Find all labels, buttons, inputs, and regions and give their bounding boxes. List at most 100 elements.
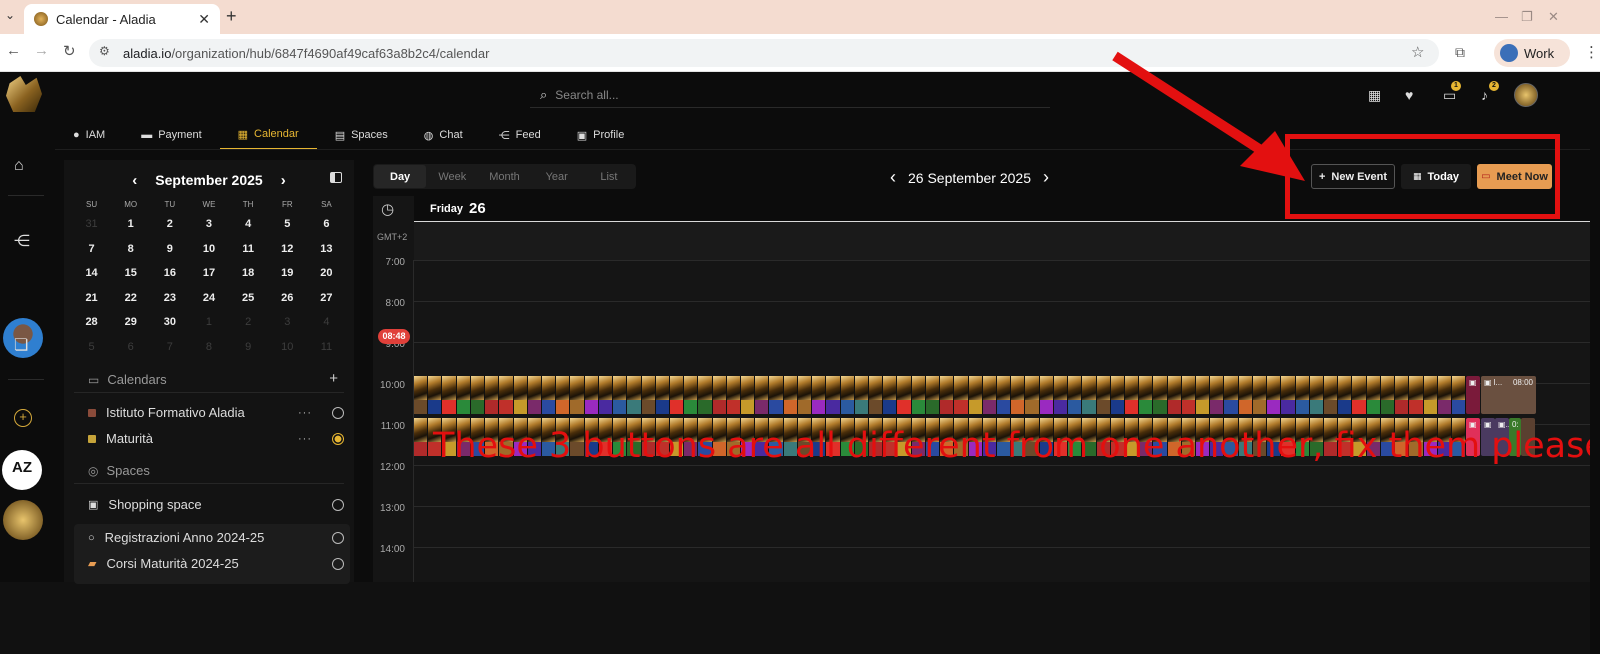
calendar-day[interactable]: 22 xyxy=(111,288,150,313)
calendar-day[interactable]: 31 xyxy=(72,214,111,239)
event-card[interactable] xyxy=(556,376,571,414)
event-card[interactable] xyxy=(940,376,955,414)
next-month-icon[interactable]: › xyxy=(281,172,286,189)
event-card[interactable] xyxy=(996,376,1012,414)
event-card[interactable]: ▣ xyxy=(1466,376,1480,414)
calendar-day[interactable]: 27 xyxy=(307,288,346,313)
calendar-day[interactable]: 16 xyxy=(150,263,189,288)
event-card[interactable] xyxy=(1167,376,1182,414)
event-card[interactable] xyxy=(655,376,670,414)
view-tab-list[interactable]: List xyxy=(583,165,635,188)
event-card[interactable] xyxy=(1053,376,1069,414)
view-tab-month[interactable]: Month xyxy=(478,165,530,188)
org-aladia[interactable] xyxy=(3,500,43,540)
event-card[interactable] xyxy=(883,376,898,414)
event-card[interactable] xyxy=(897,376,912,414)
event-card[interactable] xyxy=(1096,376,1111,414)
event-card[interactable] xyxy=(812,376,827,414)
event-card[interactable] xyxy=(1437,376,1452,414)
back-icon[interactable]: ← xyxy=(6,42,21,59)
calendar-day[interactable]: 14 xyxy=(72,263,111,288)
event-card[interactable] xyxy=(598,376,614,414)
event-card[interactable] xyxy=(1324,376,1339,414)
restore-icon[interactable]: ❐ xyxy=(1521,9,1533,25)
tab-calendar[interactable]: ▦ Calendar xyxy=(219,120,317,150)
calendar-day[interactable]: 5 xyxy=(72,337,111,362)
event-card[interactable] xyxy=(485,376,500,414)
event-card[interactable] xyxy=(1380,376,1396,414)
calendar-day[interactable]: 30 xyxy=(150,312,189,337)
scrollbar[interactable] xyxy=(1590,144,1600,654)
close-window-icon[interactable]: ✕ xyxy=(1548,9,1559,25)
event-card[interactable] xyxy=(982,376,997,414)
calendar-day[interactable]: 7 xyxy=(150,337,189,362)
more-options-icon[interactable]: ··· xyxy=(298,433,312,445)
calendar-item[interactable]: Istituto Formativo Aladia ··· xyxy=(88,405,344,420)
event-card[interactable] xyxy=(726,376,742,414)
event-card[interactable] xyxy=(1338,376,1353,414)
forward-icon[interactable]: → xyxy=(34,42,49,59)
profile-chip[interactable]: Work xyxy=(1494,39,1570,67)
collapse-panel-icon[interactable] xyxy=(330,172,342,183)
event-card[interactable] xyxy=(797,376,813,414)
event-card[interactable] xyxy=(741,376,756,414)
event-card[interactable] xyxy=(1068,376,1083,414)
event-card[interactable] xyxy=(641,376,656,414)
store-icon[interactable]: ⌂ xyxy=(14,157,24,175)
calendar-day[interactable]: 20 xyxy=(307,263,346,288)
event-card[interactable] xyxy=(1238,376,1253,414)
calendar-day[interactable]: 15 xyxy=(111,263,150,288)
event-card[interactable] xyxy=(1124,376,1140,414)
event-card[interactable] xyxy=(1395,376,1410,414)
event-card[interactable] xyxy=(513,376,528,414)
calendar-day[interactable]: 2 xyxy=(150,214,189,239)
org-az-impianti[interactable]: AZ xyxy=(2,450,42,490)
next-day-icon[interactable]: › xyxy=(1043,167,1049,188)
event-card[interactable] xyxy=(1153,376,1168,414)
calendar-day[interactable]: 2 xyxy=(229,312,268,337)
tab-payment[interactable]: ▬ Payment xyxy=(123,120,219,150)
event-card[interactable] xyxy=(470,376,486,414)
event-card[interactable] xyxy=(669,376,685,414)
calendar-icon[interactable]: ▦ xyxy=(1368,87,1381,104)
event-card[interactable] xyxy=(1309,376,1324,414)
chat-icon[interactable]: ▭ 1 xyxy=(1443,81,1461,104)
calendar-day[interactable]: 9 xyxy=(150,239,189,264)
calendar-day[interactable]: 10 xyxy=(189,239,228,264)
space-toggle[interactable] xyxy=(332,557,344,570)
close-tab-icon[interactable]: ✕ xyxy=(198,11,210,28)
event-card[interactable] xyxy=(684,376,699,414)
reload-icon[interactable]: ↻ xyxy=(63,42,76,60)
global-search[interactable]: ⌕ Search all... xyxy=(530,82,1050,108)
heart-icon[interactable]: ♥ xyxy=(1405,87,1413,103)
calendar-day[interactable]: 8 xyxy=(111,239,150,264)
extensions-icon[interactable]: ⧉ xyxy=(1455,44,1465,61)
calendar-day[interactable]: 26 xyxy=(268,288,307,313)
event-card[interactable] xyxy=(414,418,429,456)
event-card[interactable] xyxy=(570,376,585,414)
calendar-day[interactable]: 13 xyxy=(307,239,346,264)
add-calendar-icon[interactable]: + xyxy=(329,370,338,387)
event-card[interactable] xyxy=(1224,376,1239,414)
tab-feed[interactable]: ⋲ Feed xyxy=(481,120,559,150)
event-card[interactable] xyxy=(414,376,429,414)
calendar-toggle[interactable] xyxy=(332,406,344,419)
event-card[interactable] xyxy=(1295,376,1310,414)
event-card[interactable] xyxy=(769,376,784,414)
event-card[interactable] xyxy=(541,376,557,414)
calendar-day[interactable]: 28 xyxy=(72,312,111,337)
calendar-day[interactable]: 11 xyxy=(307,337,346,362)
event-card[interactable] xyxy=(1210,376,1225,414)
event-card[interactable] xyxy=(1423,376,1438,414)
event-card[interactable] xyxy=(1110,376,1125,414)
calendar-day[interactable]: 8 xyxy=(189,337,228,362)
calendar-day[interactable]: 10 xyxy=(268,337,307,362)
browser-menu-icon[interactable]: ⋮ xyxy=(1584,43,1599,61)
calendar-item[interactable]: Maturità ··· xyxy=(88,431,344,446)
event-card[interactable] xyxy=(783,376,798,414)
event-card[interactable] xyxy=(698,376,713,414)
site-settings-icon[interactable]: ⚙ xyxy=(99,44,110,58)
view-tab-year[interactable]: Year xyxy=(531,165,583,188)
prev-month-icon[interactable]: ‹ xyxy=(132,172,137,189)
calendar-day[interactable]: 1 xyxy=(111,214,150,239)
